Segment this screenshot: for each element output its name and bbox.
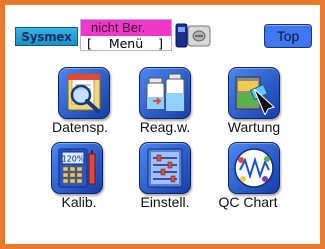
reagw-button[interactable]: Reag.w. <box>115 67 205 149</box>
printer-icon[interactable] <box>174 20 214 50</box>
status-text: nicht Ber. <box>81 20 171 36</box>
qc-chart-button[interactable]: QC Chart <box>204 142 294 224</box>
einstell-icon-button[interactable] <box>139 142 191 194</box>
calibration-icon: 120% <box>58 148 96 188</box>
qc-chart-label: QC Chart <box>218 194 278 210</box>
magnifier-folder-icon <box>67 73 101 113</box>
datensp-button[interactable]: Datensp. <box>34 67 124 149</box>
top-button[interactable]: Top <box>264 24 312 48</box>
maintenance-icon <box>235 76 275 115</box>
wartung-label: Wartung <box>227 119 281 135</box>
reagw-label: Reag.w. <box>139 119 191 135</box>
qc-chart-icon <box>234 148 274 188</box>
einstell-button[interactable]: Einstell. <box>115 142 205 224</box>
datensp-icon-button[interactable] <box>58 67 110 119</box>
settings-icon <box>147 148 183 188</box>
kalib-label: Kalib. <box>61 194 97 210</box>
kalib-button[interactable]: 120% Kalib. <box>27 142 117 224</box>
qc-chart-icon-button[interactable] <box>228 142 280 194</box>
status-panel: nicht Ber. [ Menü ] <box>80 19 172 51</box>
calibration-icon-text: 120% <box>62 155 85 164</box>
sysmex-logo: Sysmex <box>15 27 78 46</box>
kalib-icon-button[interactable]: 120% <box>51 142 103 194</box>
wartung-button[interactable]: Wartung <box>204 67 294 149</box>
menu-indicator: [ Menü ] <box>81 36 171 51</box>
menu-bracket-right: ] <box>158 36 163 51</box>
reagent-bottles-icon <box>146 73 185 112</box>
main-screen: Sysmex nicht Ber. [ Menü ] Top Datensp. … <box>5 5 320 244</box>
reagw-icon-button[interactable] <box>139 67 191 119</box>
wartung-icon-button[interactable] <box>228 67 280 119</box>
